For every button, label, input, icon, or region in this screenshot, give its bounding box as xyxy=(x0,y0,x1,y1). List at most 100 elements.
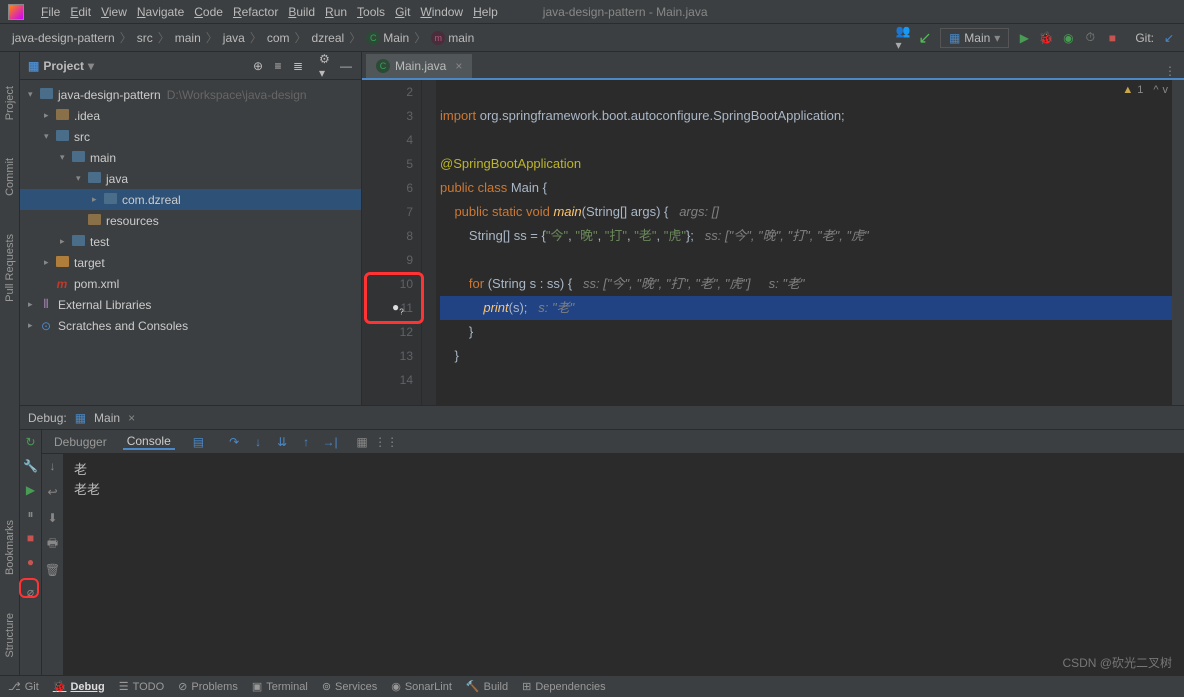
step-over-icon[interactable]: ↷ xyxy=(226,434,242,450)
back-build-icon[interactable]: ↙ xyxy=(918,31,932,45)
inspection-summary[interactable]: ▲1 ^ v xyxy=(1122,84,1168,96)
git-label: Git: xyxy=(1135,31,1154,45)
tree-node-com.dzreal[interactable]: ▸com.dzreal xyxy=(20,189,361,210)
modify-run-icon[interactable]: 🔧 xyxy=(23,458,39,474)
statusbar-dependencies[interactable]: ⊞Dependencies xyxy=(522,680,606,693)
statusbar-build[interactable]: 🔨Build xyxy=(466,680,508,693)
debugger-tab[interactable]: Debugger xyxy=(50,435,111,449)
menu-file[interactable]: File xyxy=(36,5,65,19)
code-area[interactable]: import org.springframework.boot.autoconf… xyxy=(436,80,1184,405)
menu-tools[interactable]: Tools xyxy=(352,5,390,19)
expand-icon[interactable]: ≡ xyxy=(271,59,285,73)
breadcrumb-java-design-pattern[interactable]: java-design-pattern xyxy=(8,31,119,45)
mute-bp-icon[interactable]: ⌀ xyxy=(23,584,39,600)
stop-debug-icon[interactable]: ■ xyxy=(23,530,39,546)
menu-view[interactable]: View xyxy=(96,5,132,19)
error-stripe[interactable] xyxy=(1172,80,1184,405)
tab-pull-requests[interactable]: Pull Requests xyxy=(4,230,16,306)
profile-icon[interactable]: ⏱ xyxy=(1083,31,1097,45)
pause-debug-icon[interactable]: ⏸ xyxy=(23,506,39,522)
menu-navigate[interactable]: Navigate xyxy=(132,5,189,19)
tree-node-java-design-pattern[interactable]: ▾java-design-patternD:\Workspace\java-de… xyxy=(20,84,361,105)
clear-icon[interactable]: 🗑 xyxy=(45,562,61,578)
statusbar-services[interactable]: ⊚Services xyxy=(322,680,377,693)
stop-icon[interactable]: ■ xyxy=(1105,31,1119,45)
locate-icon[interactable]: ⊕ xyxy=(251,59,265,73)
soft-wrap-icon[interactable]: ↩ xyxy=(45,484,61,500)
tab-commit[interactable]: Commit xyxy=(4,154,16,200)
tree-node-pom.xml[interactable]: mpom.xml xyxy=(20,273,361,294)
tab-bookmarks[interactable]: Bookmarks xyxy=(4,516,16,579)
menu-run[interactable]: Run xyxy=(320,5,352,19)
print-icon[interactable]: 🖶 xyxy=(45,536,61,552)
trace-icon[interactable]: ⋮⋮ xyxy=(378,434,394,450)
tab-structure[interactable]: Structure xyxy=(4,609,16,662)
menu-git[interactable]: Git xyxy=(390,5,415,19)
tree-node-src[interactable]: ▾src xyxy=(20,126,361,147)
statusbar-terminal[interactable]: ▣Terminal xyxy=(252,680,308,693)
resume-icon[interactable]: ▶ xyxy=(23,482,39,498)
run-to-cursor-icon[interactable]: →| xyxy=(322,434,338,450)
menu-build[interactable]: Build xyxy=(283,5,320,19)
tree-node-Scratches and Consoles[interactable]: ▸⊙Scratches and Consoles xyxy=(20,315,361,336)
statusbar-sonarlint[interactable]: ◉SonarLint xyxy=(391,680,452,693)
scroll-end-icon[interactable]: ↓ xyxy=(45,458,61,474)
tab-project[interactable]: Project xyxy=(4,82,16,124)
console-output[interactable]: 老老老 xyxy=(64,454,1184,675)
settings-icon[interactable]: ⚙ ▾ xyxy=(319,59,333,73)
breadcrumb-src[interactable]: src xyxy=(133,31,157,45)
debug-title: Debug: xyxy=(28,411,67,425)
tree-node-External Libraries[interactable]: ▸⫴External Libraries xyxy=(20,294,361,315)
coverage-icon[interactable]: ◉ xyxy=(1061,31,1075,45)
run-config-select[interactable]: ▦ Main ▾ xyxy=(940,28,1009,48)
users-icon[interactable]: 👥▾ xyxy=(896,31,910,45)
close-tab-icon[interactable]: × xyxy=(455,59,462,73)
breadcrumb-java[interactable]: java xyxy=(219,31,249,45)
menu-window[interactable]: Window xyxy=(415,5,468,19)
download-icon[interactable]: ⬇ xyxy=(45,510,61,526)
evaluate-icon[interactable]: ▦ xyxy=(354,434,370,450)
tree-node-target[interactable]: ▸target xyxy=(20,252,361,273)
force-step-icon[interactable]: ⇊ xyxy=(274,434,290,450)
tree-node-resources[interactable]: resources xyxy=(20,210,361,231)
tree-node-java[interactable]: ▾java xyxy=(20,168,361,189)
left-toolwindow-stripe: Project Commit Pull Requests Bookmarks S… xyxy=(0,52,20,675)
menu-edit[interactable]: Edit xyxy=(65,5,96,19)
editor-tab-main[interactable]: C Main.java × xyxy=(366,54,472,78)
debug-icon[interactable]: 🐞 xyxy=(1039,31,1053,45)
console-tab[interactable]: Console xyxy=(123,434,175,450)
breadcrumb-dzreal[interactable]: dzreal xyxy=(308,31,349,45)
step-out-icon[interactable]: ↑ xyxy=(298,434,314,450)
statusbar-todo[interactable]: ☰TODO xyxy=(119,680,164,693)
menu-refactor[interactable]: Refactor xyxy=(228,5,283,19)
menu-help[interactable]: Help xyxy=(468,5,503,19)
run-icon[interactable]: ▶ xyxy=(1017,31,1031,45)
collapse-icon[interactable]: ≣ xyxy=(291,59,305,73)
editor: C Main.java × ⋮ 23456▶7▶8910●?11121314 i… xyxy=(362,52,1184,405)
step-into-icon[interactable]: ↓ xyxy=(250,434,266,450)
statusbar-problems[interactable]: ⊘Problems xyxy=(178,680,238,693)
breadcrumb-main[interactable]: main xyxy=(171,31,205,45)
tree-node-.idea[interactable]: ▸.idea xyxy=(20,105,361,126)
tab-more-icon[interactable]: ⋮ xyxy=(1164,64,1176,78)
tree-node-main[interactable]: ▾main xyxy=(20,147,361,168)
statusbar-git[interactable]: ⎇Git xyxy=(8,680,39,693)
fold-strip[interactable] xyxy=(422,80,436,405)
console-toolbar: ↓ ↩ ⬇ 🖶 🗑 xyxy=(42,454,64,675)
git-update-icon[interactable]: ↙ xyxy=(1162,31,1176,45)
hide-icon[interactable]: — xyxy=(339,59,353,73)
close-debug-icon[interactable]: × xyxy=(128,411,135,425)
breakpoints-icon[interactable]: ● xyxy=(23,554,39,570)
rerun-icon[interactable]: ↻ xyxy=(23,434,39,450)
breadcrumb-com[interactable]: com xyxy=(263,31,294,45)
project-tree[interactable]: ▾java-design-patternD:\Workspace\java-de… xyxy=(20,80,361,405)
breadcrumb-main[interactable]: m main xyxy=(427,31,478,45)
project-panel-title[interactable]: ▦ Project ▾ xyxy=(28,59,94,73)
window-title: java-design-pattern - Main.java xyxy=(543,5,708,19)
layout-icon[interactable]: ▤ xyxy=(193,435,204,449)
breadcrumb-Main[interactable]: C Main xyxy=(362,31,413,45)
gutter[interactable]: 23456▶7▶8910●?11121314 xyxy=(362,80,422,405)
menu-code[interactable]: Code xyxy=(189,5,228,19)
statusbar-debug[interactable]: 🐞Debug xyxy=(53,680,105,693)
tree-node-test[interactable]: ▸test xyxy=(20,231,361,252)
